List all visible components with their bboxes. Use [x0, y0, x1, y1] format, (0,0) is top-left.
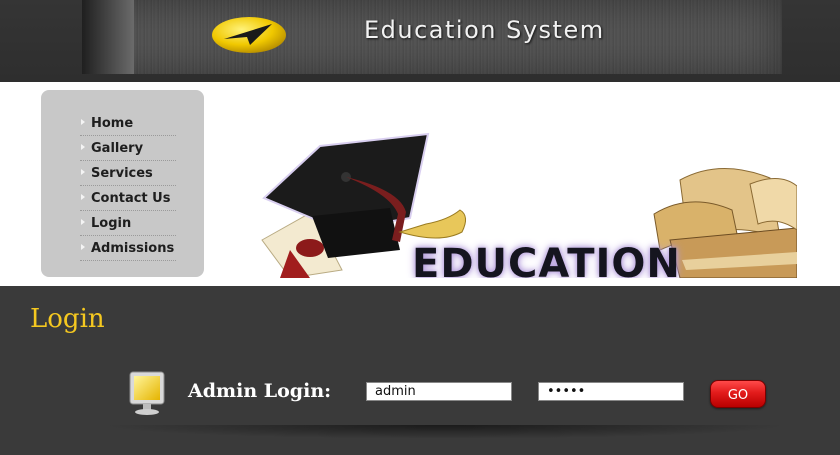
page-title: Login	[30, 304, 105, 334]
sidebar-item-label[interactable]: Gallery	[91, 141, 143, 156]
education-banner: EDUCATION	[250, 120, 797, 278]
bullet-arrow-icon	[81, 219, 85, 225]
banner-education-text: EDUCATION	[412, 241, 681, 278]
sidebar-item-contact-us[interactable]: Contact Us	[80, 187, 176, 211]
sidebar-item-home[interactable]: Home	[80, 112, 176, 136]
header-left-strip	[82, 0, 134, 74]
sidebar-item-label[interactable]: Services	[91, 166, 153, 181]
sidebar-item-label[interactable]: Home	[91, 116, 133, 131]
bullet-arrow-icon	[81, 194, 85, 200]
sidebar-item-label[interactable]: Contact Us	[91, 191, 170, 206]
admin-login-label: Admin Login:	[188, 380, 332, 402]
site-title: Education System	[364, 16, 605, 44]
sidebar-item-admissions[interactable]: Admissions	[80, 237, 176, 261]
bullet-arrow-icon	[81, 119, 85, 125]
password-input[interactable]	[538, 382, 684, 401]
site-header: Education System	[0, 0, 840, 82]
logo-icon[interactable]	[210, 15, 288, 55]
sidebar-item-login[interactable]: Login	[80, 212, 176, 236]
bullet-arrow-icon	[81, 244, 85, 250]
sidebar-nav: Home Gallery Services Contact Us Login A…	[80, 112, 176, 262]
bullet-arrow-icon	[81, 169, 85, 175]
bullet-arrow-icon	[81, 144, 85, 150]
sidebar-item-label[interactable]: Login	[91, 216, 131, 231]
go-button[interactable]: GO	[710, 380, 766, 408]
footer-shadow	[100, 425, 790, 439]
username-input[interactable]	[366, 382, 512, 401]
sidebar-item-gallery[interactable]: Gallery	[80, 137, 176, 161]
sidebar-item-label[interactable]: Admissions	[91, 241, 174, 256]
monitor-icon	[129, 371, 165, 415]
sidebar-item-services[interactable]: Services	[80, 162, 176, 186]
